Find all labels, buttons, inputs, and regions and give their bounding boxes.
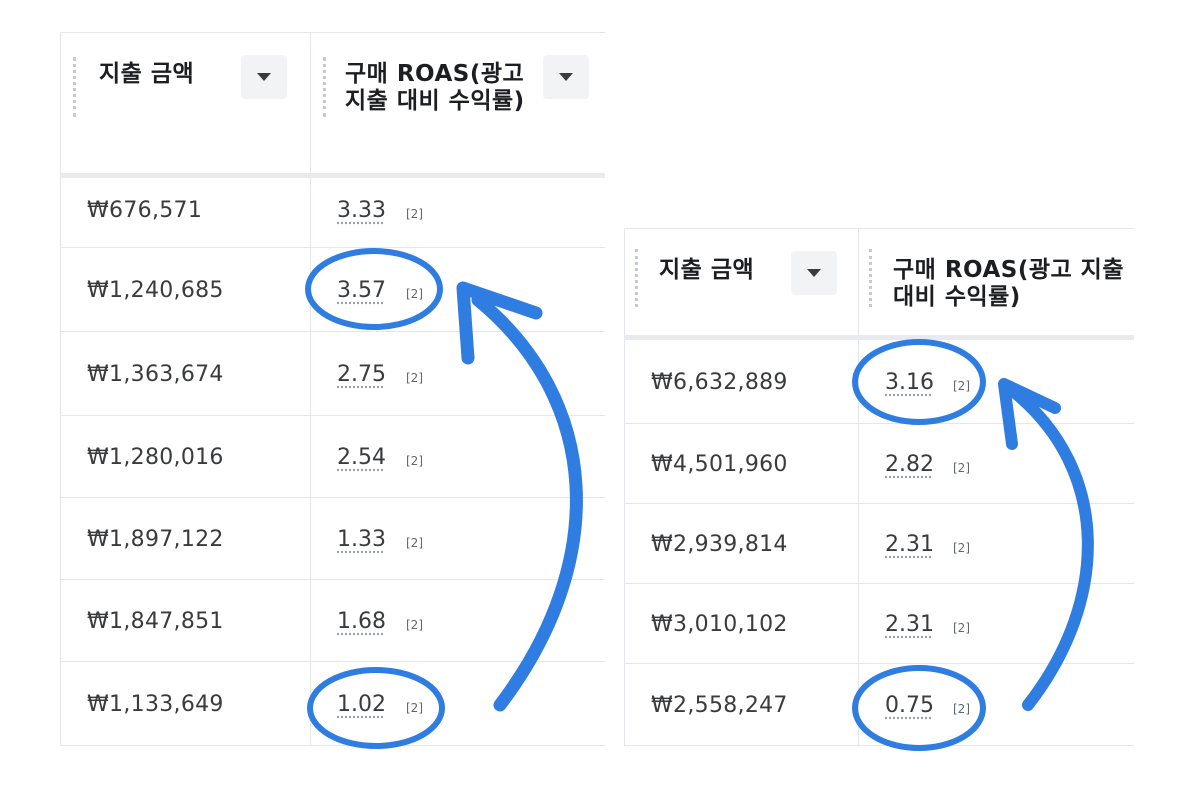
highlight-circle [852,339,986,425]
highlight-circle [852,665,986,751]
curved-arrow-icon [1008,386,1094,711]
highlight-circle [305,248,443,330]
curved-arrow-icon [471,293,583,712]
highlight-circle [307,667,445,749]
annotation-overlay [305,248,1094,751]
